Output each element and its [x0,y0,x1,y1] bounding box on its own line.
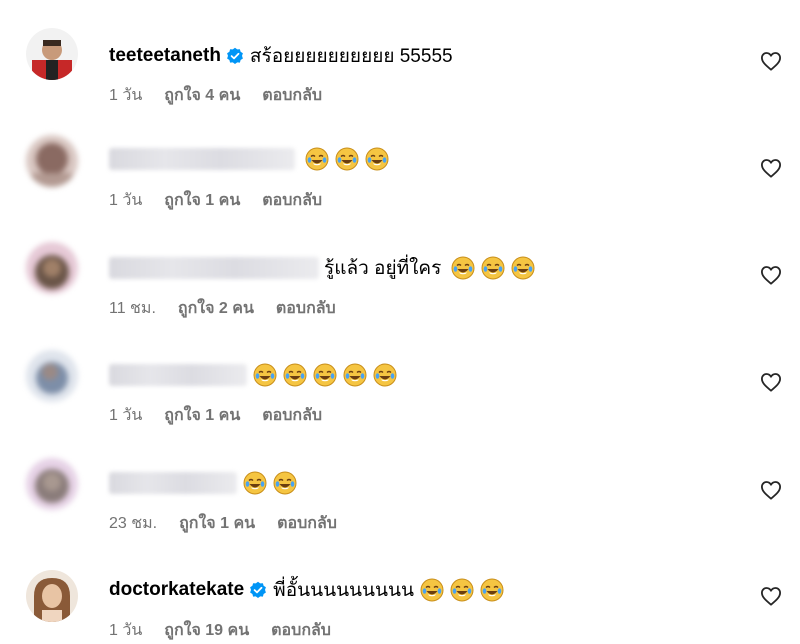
username[interactable]: doctorkatekate [109,579,244,601]
face-with-tears-of-joy-icon [313,363,337,387]
comment-line: doctorkatekate พี่อั้นนนนนนนนน [109,576,504,604]
comment-time: 1 วัน [109,406,143,424]
verified-badge-icon [227,47,243,64]
emoji-group [237,471,297,495]
comment-text: สร้อยยยยยยยยยย 55555 [249,46,453,67]
comment-line [109,145,389,173]
comment-text: พี่อั้นนนนนนนนน [273,580,415,601]
likes-count[interactable]: ถูกใจ 1 คน [179,511,255,536]
comment-item: รู้แล้ว อยู่ที่ใคร 11 ชม. ถูกใจ 2 คน ตอบ… [0,214,800,317]
face-with-tears-of-joy-icon [343,363,367,387]
emoji-group [299,147,389,171]
likes-count[interactable]: ถูกใจ 2 คน [178,296,254,321]
comment-meta: 23 ชม. ถูกใจ 1 คน ตอบกลับ [109,513,359,533]
comment-item: 1 วัน ถูกใจ 1 คน ตอบกลับ [0,322,800,425]
face-with-tears-of-joy-icon [481,256,505,280]
comment-line [109,469,297,497]
avatar[interactable] [26,570,78,622]
comment-meta: 1 วัน ถูกใจ 1 คน ตอบกลับ [109,405,344,425]
comment-time: 11 ชม. [109,299,156,317]
avatar[interactable] [26,350,78,402]
comment-meta: 1 วัน ถูกใจ 4 คน ตอบกลับ [109,85,344,105]
avatar[interactable] [26,135,78,187]
face-with-tears-of-joy-icon [243,471,267,495]
reply-button[interactable]: ตอบกลับ [271,618,331,643]
heart-outline-icon[interactable] [760,265,782,285]
face-with-tears-of-joy-icon [373,363,397,387]
heart-outline-icon[interactable] [760,480,782,500]
face-with-tears-of-joy-icon [511,256,535,280]
face-with-tears-of-joy-icon [450,578,474,602]
username-blurred[interactable] [109,472,237,494]
comment-time: 23 ชม. [109,514,158,532]
username-blurred[interactable] [109,148,295,170]
emoji-group [247,363,397,387]
reply-button[interactable]: ตอบกลับ [276,296,336,321]
likes-count[interactable]: ถูกใจ 1 คน [164,188,240,213]
emoji-group [414,578,504,602]
reply-button[interactable]: ตอบกลับ [262,83,322,108]
username-blurred[interactable] [109,257,319,279]
face-with-tears-of-joy-icon [480,578,504,602]
comment-meta: 1 วัน ถูกใจ 1 คน ตอบกลับ [109,190,344,210]
comment-meta: 1 วัน ถูกใจ 19 คน ตอบกลับ [109,620,353,640]
emoji-group [445,256,535,280]
username-blurred[interactable] [109,364,247,386]
face-with-tears-of-joy-icon [273,471,297,495]
face-with-tears-of-joy-icon [420,578,444,602]
likes-count[interactable]: ถูกใจ 4 คน [164,83,240,108]
reply-button[interactable]: ตอบกลับ [277,511,337,536]
comment-line [109,361,397,389]
verified-badge-icon [250,581,267,598]
avatar[interactable] [26,28,78,80]
face-with-tears-of-joy-icon [365,147,389,171]
comment-item: 23 ชม. ถูกใจ 1 คน ตอบกลับ [0,430,800,533]
likes-count[interactable]: ถูกใจ 19 คน [164,618,249,643]
face-with-tears-of-joy-icon [305,147,329,171]
heart-outline-icon[interactable] [760,158,782,178]
likes-count[interactable]: ถูกใจ 1 คน [164,403,240,428]
face-with-tears-of-joy-icon [451,256,475,280]
comment-meta: 11 ชม. ถูกใจ 2 คน ตอบกลับ [109,298,358,318]
comment-item: doctorkatekate พี่อั้นนนนนนนนน 1 วัน ถูก… [0,537,800,640]
comment-item: 1 วัน ถูกใจ 1 คน ตอบกลับ [0,107,800,210]
username[interactable]: teeteetaneth [109,45,221,67]
avatar[interactable] [26,242,78,294]
comment-item: teeteetaneth สร้อยยยยยยยยยย 55555 1 วัน … [0,0,800,104]
heart-outline-icon[interactable] [760,372,782,392]
heart-outline-icon[interactable] [760,586,782,606]
reply-button[interactable]: ตอบกลับ [262,403,322,428]
comment-time: 1 วัน [109,86,143,104]
comment-time: 1 วัน [109,191,143,209]
face-with-tears-of-joy-icon [283,363,307,387]
comment-text: รู้แล้ว อยู่ที่ใคร [324,258,442,279]
comment-line: รู้แล้ว อยู่ที่ใคร [109,254,535,282]
reply-button[interactable]: ตอบกลับ [262,188,322,213]
face-with-tears-of-joy-icon [253,363,277,387]
avatar[interactable] [26,458,78,510]
comment-line: teeteetaneth สร้อยยยยยยยยยย 55555 [109,42,453,70]
face-with-tears-of-joy-icon [335,147,359,171]
comment-time: 1 วัน [109,621,143,639]
heart-outline-icon[interactable] [760,51,782,71]
